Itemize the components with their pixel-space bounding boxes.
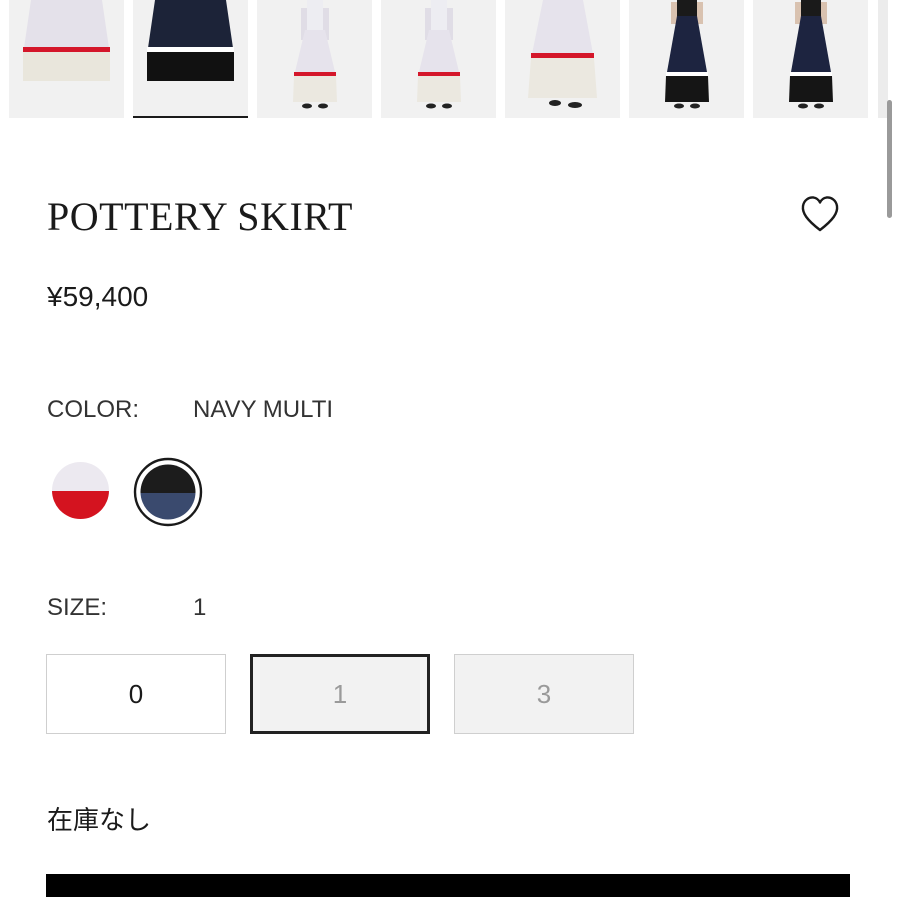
color-swatch-navy-multi[interactable] <box>133 457 203 527</box>
gallery-thumbnail-white-red-model-side[interactable] <box>381 0 496 118</box>
gallery-thumbnail-white-red-model-detail[interactable] <box>505 0 620 118</box>
gallery-thumbnail-navy-multi-skirt-closeup[interactable] <box>133 0 248 118</box>
thumbnail-gallery <box>9 0 868 120</box>
size-option-label: 3 <box>536 678 552 709</box>
color-label: COLOR: <box>47 396 140 423</box>
scrollbar[interactable] <box>883 0 897 897</box>
gallery-thumbnail-navy-multi-model-side[interactable] <box>753 0 868 118</box>
selected-size-value: 1 <box>193 594 207 621</box>
size-option-0[interactable]: 0 <box>46 654 226 734</box>
gallery-thumbnail-white-red-model-front[interactable] <box>257 0 372 118</box>
add-to-cart-button[interactable] <box>46 874 850 897</box>
gallery-thumbnail-navy-multi-model-front[interactable] <box>629 0 744 118</box>
scrollbar-thumb[interactable] <box>887 100 892 218</box>
color-label-row: COLOR: NAVY MULTI <box>47 396 333 424</box>
color-swatch-white-red[interactable] <box>52 462 109 519</box>
stock-status: 在庫なし <box>47 806 152 836</box>
selected-color-value: NAVY MULTI <box>193 396 334 423</box>
product-page: POTTERY SKIRT ¥59,400 COLOR: NAVY MULTI <box>0 0 897 897</box>
size-option-label: 0 <box>128 678 144 709</box>
gallery-thumbnail-white-red-skirt-closeup[interactable] <box>9 0 124 118</box>
size-label-row: SIZE: 1 <box>47 594 206 622</box>
product-price: ¥59,400 <box>47 281 149 312</box>
size-option-label: 1 <box>332 678 348 709</box>
size-label: SIZE: <box>47 594 108 621</box>
size-option-3[interactable]: 3 <box>454 654 634 734</box>
product-title: POTTERY SKIRT <box>47 194 353 239</box>
size-option-1[interactable]: 1 <box>250 654 430 734</box>
heart-icon[interactable] <box>799 194 841 236</box>
